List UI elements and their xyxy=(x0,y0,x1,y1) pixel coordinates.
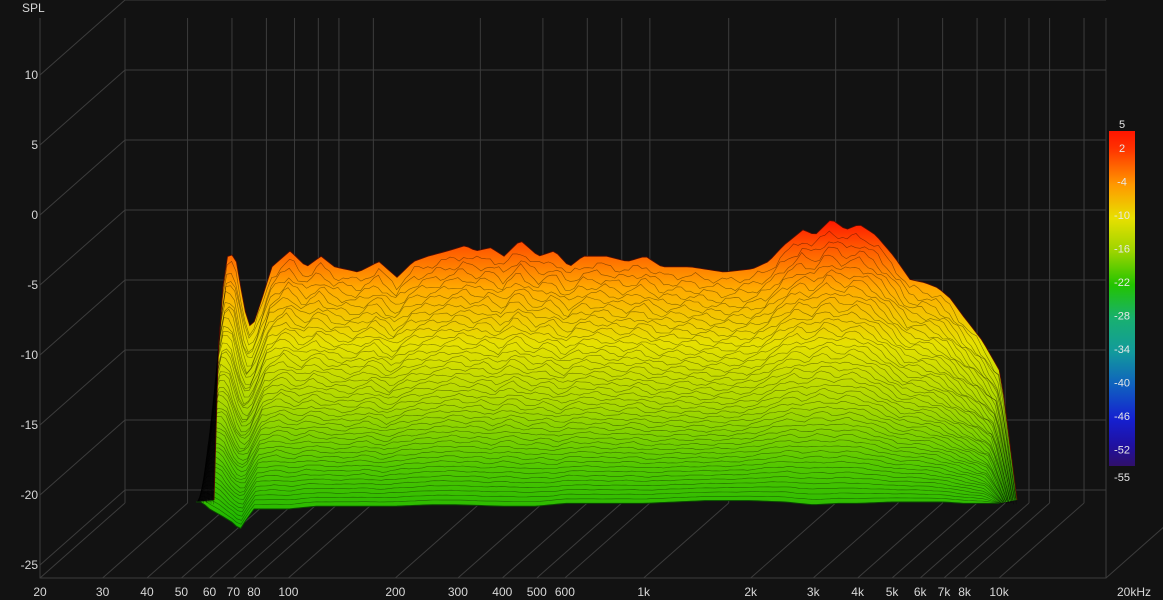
grid-line-x xyxy=(998,502,1085,579)
y-axis-label: SPL xyxy=(22,1,45,15)
grid-line-y xyxy=(39,69,126,146)
x-tick-label: 100 xyxy=(278,585,298,599)
waterfall-surface xyxy=(196,220,1018,529)
grid-line-x xyxy=(395,502,481,579)
colorbar-label: -22 xyxy=(1114,277,1130,289)
grid-line-y xyxy=(39,0,126,76)
x-tick-label: 50 xyxy=(175,585,189,599)
grid-line-x xyxy=(1105,527,1163,579)
grid-line-x xyxy=(857,502,943,579)
x-tick-label: 1k xyxy=(637,585,651,599)
grid-line-x xyxy=(919,502,1006,579)
x-tick-label: 10k xyxy=(989,585,1009,599)
y-tick-label: -25 xyxy=(21,558,39,572)
x-tick-labels: 20 30 40 50 60 70 80 100 200 300 400 500 600 1k 2k 3k 4k… xyxy=(33,585,1151,599)
grid-line-x xyxy=(750,502,836,579)
x-tick-label: 400 xyxy=(492,585,512,599)
y-tick-label: 0 xyxy=(31,208,38,222)
grid-line-x xyxy=(812,502,899,579)
x-tick-label: 60 xyxy=(203,585,217,599)
grid-line-y xyxy=(39,139,126,216)
colorbar-label: -10 xyxy=(1114,210,1130,222)
colorbar: 5 2 -4 -10 -16 -22 -28 -34 -40 -46 -52 -55 xyxy=(1109,119,1135,484)
x-tick-label: 600 xyxy=(555,585,575,599)
grid-line-x xyxy=(536,502,623,579)
grid-line-y xyxy=(39,419,126,496)
y-tick-label: -10 xyxy=(21,348,39,362)
grid-line-y xyxy=(39,489,126,566)
waterfall-plot: SPL 1050-5-10-15-20-25 20 30 40 50 60 70 80 100… xyxy=(21,0,1163,599)
colorbar-label: -34 xyxy=(1114,344,1130,356)
colorbar-label: -52 xyxy=(1114,444,1130,456)
x-tick-label: 8k xyxy=(958,585,972,599)
x-tick-label: 3k xyxy=(807,585,821,599)
x-tick-label: 4k xyxy=(851,585,865,599)
grid-line-x xyxy=(501,502,588,579)
y-tick-label: -5 xyxy=(27,278,38,292)
x-tick-label: 30 xyxy=(96,585,110,599)
x-tick-label: 80 xyxy=(247,585,261,599)
grid-line-x xyxy=(891,502,978,579)
x-tick-label: 40 xyxy=(140,585,154,599)
grid-line-x xyxy=(457,502,544,579)
x-tick-label: 6k xyxy=(914,585,928,599)
x-tick-label: 20 xyxy=(33,585,47,599)
grid-line-y xyxy=(39,279,126,356)
colorbar-label: -55 xyxy=(1114,472,1130,484)
colorbar-label: -46 xyxy=(1114,411,1130,423)
y-tick-labels: 10 5 0 -5 -10 -15 -20 -25 xyxy=(21,68,39,572)
grid-line-x xyxy=(102,502,188,579)
colorbar-label: -28 xyxy=(1114,310,1130,322)
x-tick-label: 20kHz xyxy=(1117,585,1151,599)
waterfall-body xyxy=(196,220,1018,530)
x-tick-label: 500 xyxy=(527,585,547,599)
grid-line-y xyxy=(39,349,126,426)
x-tick-label: 200 xyxy=(385,585,405,599)
grid-line-x xyxy=(643,502,730,579)
y-tick-label: -15 xyxy=(21,418,39,432)
grid-line-y xyxy=(39,209,126,286)
grid-line-x xyxy=(253,502,340,579)
y-tick-label: 10 xyxy=(25,68,39,82)
colorbar-label: 2 xyxy=(1119,143,1125,155)
grid-line-x xyxy=(943,502,1030,579)
colorbar-label: -16 xyxy=(1114,243,1130,255)
x-tick-label: 2k xyxy=(744,585,758,599)
y-tick-label: -20 xyxy=(21,488,39,502)
x-tick-label: 7k xyxy=(938,585,952,599)
x-tick-label: 5k xyxy=(886,585,900,599)
grid-line-x xyxy=(564,502,651,579)
grid-line-x xyxy=(964,502,1050,579)
x-tick-label: 300 xyxy=(448,585,468,599)
colorbar-label: -4 xyxy=(1117,176,1127,188)
grid-line-x xyxy=(288,502,374,579)
x-tick-label: 70 xyxy=(227,585,241,599)
y-tick-label: 5 xyxy=(31,138,38,152)
grid-line-x xyxy=(39,502,126,579)
colorbar-label: -40 xyxy=(1114,377,1130,389)
colorbar-label: 5 xyxy=(1119,119,1125,131)
